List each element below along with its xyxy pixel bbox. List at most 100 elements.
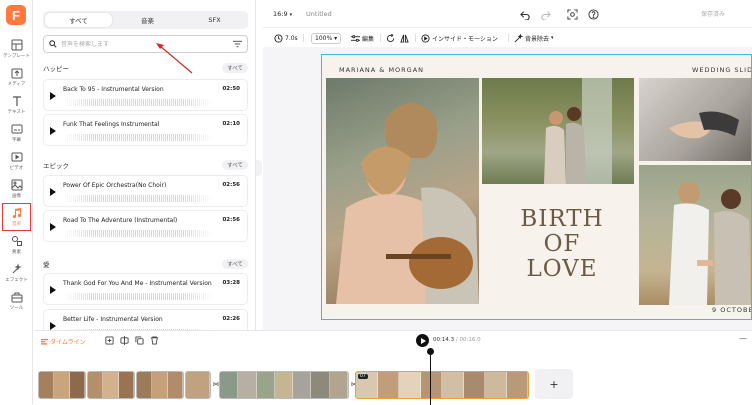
undo-button[interactable] — [519, 8, 531, 20]
slide-subtitle-text[interactable]: WEDDING SLID — [692, 66, 751, 74]
track-item[interactable]: Power Of Epic Orchestra(No Choir) 02:56 — [43, 175, 248, 207]
rotate-button[interactable] — [386, 32, 397, 44]
redo-button[interactable] — [539, 8, 551, 20]
rail-audio[interactable]: 音声 — [2, 203, 31, 231]
playhead[interactable] — [427, 348, 434, 405]
track-item[interactable]: Funk That Feelings Instrumental 02:10 — [43, 114, 248, 146]
section-title: エピック — [43, 162, 69, 170]
edit-label: 編集 — [362, 35, 375, 43]
see-all-button[interactable]: すべて — [222, 160, 248, 170]
timeline-toggle[interactable]: タイムライン — [41, 336, 86, 347]
see-all-button[interactable]: すべて — [222, 259, 248, 269]
search-input[interactable] — [61, 40, 211, 48]
split-icon — [120, 336, 129, 345]
clip-tag: 07 — [358, 374, 368, 379]
track-item[interactable]: Road To The Adventure (Instrumental) 02:… — [43, 210, 248, 242]
track-item[interactable]: Better Life - Instrumental Version 02:26 — [43, 309, 248, 330]
play-icon[interactable] — [50, 286, 56, 294]
screenshot-button[interactable] — [566, 8, 578, 20]
rail-label: メディア — [7, 82, 26, 87]
total-time: 00:16.0 — [459, 337, 481, 343]
timeline-clip-selected[interactable]: 07 — [355, 371, 529, 399]
rail-images[interactable]: 画像 — [2, 175, 31, 203]
clock-icon — [274, 33, 283, 43]
animation-label: インサイド・モーション — [432, 35, 498, 43]
slide-names-text[interactable]: MARIANA & MORGAN — [339, 66, 424, 74]
music-icon — [12, 208, 21, 219]
delete-button[interactable] — [150, 336, 159, 345]
timeline-play-button[interactable] — [416, 334, 429, 347]
zoom-select[interactable]: 100% ▾ — [311, 32, 342, 44]
rail-tools[interactable]: ツール — [2, 287, 31, 315]
holding-hands-photo[interactable] — [639, 78, 751, 161]
aspect-ratio-select[interactable]: 16:9 ▾ — [273, 10, 292, 18]
headline-line-1: BIRTH — [520, 206, 604, 232]
filter-button[interactable] — [230, 37, 244, 51]
help-button[interactable] — [587, 8, 599, 20]
tab-sfx[interactable]: SFX — [181, 11, 248, 29]
tab-all[interactable]: すべて — [45, 13, 112, 27]
play-icon[interactable] — [50, 188, 56, 196]
properties-bar: 7.0s 100% ▾ 編集 インサイド・モーション 背景除去 ▾ — [263, 29, 752, 47]
couple-waterfall-photo[interactable] — [482, 78, 634, 184]
headline-text[interactable]: BIRTH OF LOVE — [512, 207, 612, 282]
track-duration: 02:10 — [222, 121, 240, 127]
add-element-button[interactable] — [105, 336, 114, 345]
track-item[interactable]: Thank God For You And Me - Instrumental … — [43, 273, 248, 305]
timeline-clip[interactable] — [219, 371, 349, 399]
layout-icon — [11, 39, 22, 51]
timeline-clip[interactable] — [87, 371, 135, 399]
holding-hands-illustration — [669, 111, 739, 139]
couple-field-photo[interactable] — [639, 165, 751, 305]
search-icon — [49, 40, 57, 48]
rail-templates[interactable]: テンプレート — [2, 35, 31, 63]
rail-effects[interactable]: エフェクト — [2, 259, 31, 287]
rail-label: テキスト — [7, 110, 26, 115]
waveform — [63, 195, 213, 202]
collapse-timeline-button[interactable]: — — [739, 334, 747, 343]
timeline-clip[interactable] — [38, 371, 86, 399]
add-clip-button[interactable]: + — [535, 369, 573, 399]
track-item[interactable]: Back To 95 - Instrumental Version 02:50 — [43, 79, 248, 111]
zoom-value: 100% ▾ — [311, 32, 342, 44]
slide-canvas[interactable]: MARIANA & MORGAN WEDDING SLID BIRTH OF L… — [321, 54, 752, 320]
duplicate-button[interactable] — [135, 336, 144, 345]
rail-text[interactable]: テキスト — [2, 91, 31, 119]
audio-search — [43, 35, 248, 53]
play-icon[interactable] — [50, 322, 56, 330]
remove-background-button[interactable]: 背景除去 ▾ — [514, 32, 554, 44]
rail-subtitles[interactable]: 字幕 — [2, 119, 31, 147]
document-title[interactable]: Untitled — [306, 10, 332, 18]
rail-elements[interactable]: 要素 — [2, 231, 31, 259]
audio-tabs: すべて 音楽 SFX — [43, 11, 248, 29]
rail-label: ビデオ — [9, 166, 24, 171]
split-button[interactable] — [120, 336, 129, 345]
rail-video[interactable]: ビデオ — [2, 147, 31, 175]
flip-button[interactable] — [400, 32, 411, 44]
play-icon[interactable] — [50, 92, 56, 100]
panel-collapse-handle[interactable] — [256, 160, 262, 176]
timeline-clip[interactable] — [185, 371, 211, 399]
trash-icon — [150, 336, 159, 345]
duration-control[interactable]: 7.0s — [274, 32, 298, 44]
chevron-down-icon: ▾ — [551, 35, 554, 41]
animation-button[interactable]: インサイド・モーション — [421, 32, 498, 44]
filter-icon — [232, 40, 242, 48]
rail-media[interactable]: メディア — [2, 63, 31, 91]
slide-date-text[interactable]: 9 OCTOBE — [712, 306, 751, 314]
tab-music[interactable]: 音楽 — [114, 11, 181, 29]
section-title: ハッピー — [43, 65, 69, 73]
timeline-clip[interactable] — [136, 371, 184, 399]
play-icon[interactable] — [50, 127, 56, 135]
see-all-button[interactable]: すべて — [222, 63, 248, 73]
couple-guitar-photo[interactable] — [326, 78, 479, 304]
app-logo[interactable]: F — [6, 5, 26, 25]
left-rail: F テンプレート メディア テキスト 字幕 ビデオ 画像 音声 要素 エフェクト… — [0, 0, 33, 404]
upload-icon — [11, 68, 22, 79]
export-button[interactable]: 保存済み — [701, 9, 725, 18]
headline-line-3: LOVE — [526, 256, 598, 282]
play-icon[interactable] — [50, 223, 56, 231]
edit-button[interactable]: 編集 — [351, 32, 374, 44]
timeline-label: タイムライン — [50, 339, 86, 346]
section-header: エピック すべて — [43, 159, 248, 171]
